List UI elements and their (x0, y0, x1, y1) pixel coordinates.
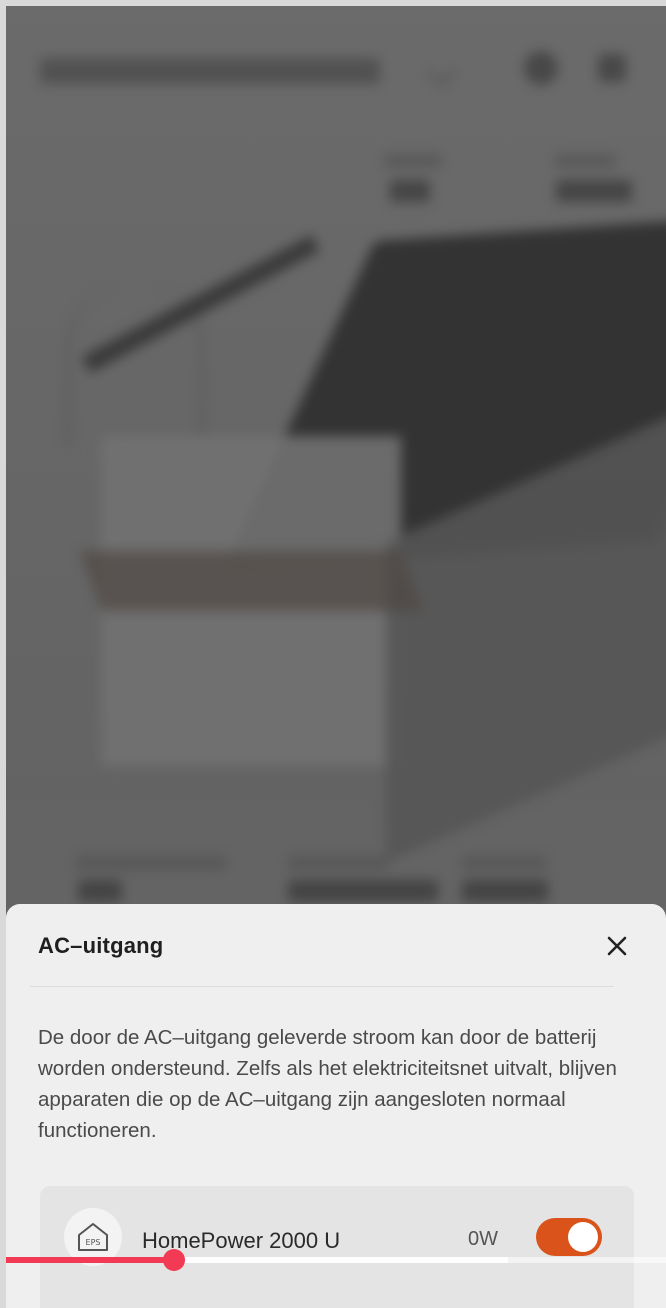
device-row: EPS HomePower 2000 U 0W (40, 1186, 634, 1308)
close-icon (607, 936, 627, 956)
device-power: 0W (468, 1228, 498, 1250)
video-progress-bar[interactable] (6, 1249, 666, 1271)
screen: AC–uitgang De door de AC–uitgang gelever… (6, 6, 666, 1308)
ac-output-toggle[interactable] (536, 1218, 602, 1256)
video-progress-fill (6, 1257, 175, 1263)
sheet-title: AC–uitgang (38, 933, 164, 958)
eps-icon-label: EPS (86, 1238, 101, 1247)
eps-house-glyph: EPS (78, 1223, 108, 1251)
close-button[interactable] (602, 931, 632, 961)
toggle-knob (568, 1222, 598, 1252)
sheet-description: De door de AC–uitgang geleverde stroom k… (38, 1026, 617, 1142)
divider (30, 986, 614, 987)
ac-output-sheet: AC–uitgang De door de AC–uitgang gelever… (6, 904, 666, 1308)
